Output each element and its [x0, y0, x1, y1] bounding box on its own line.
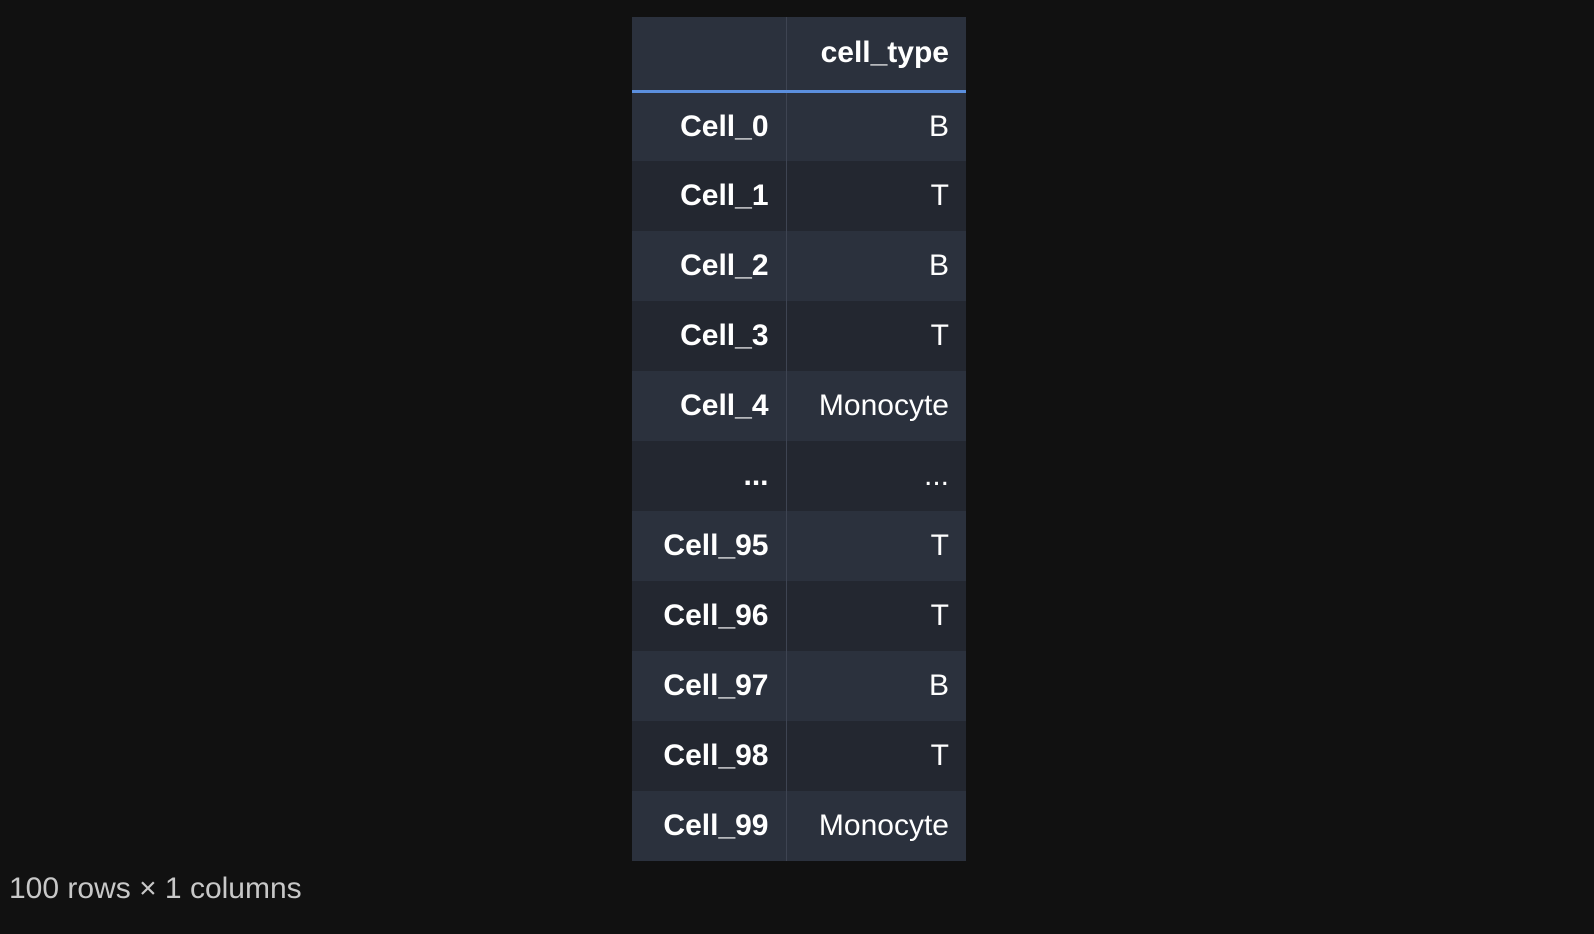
table-row: Cell_0 B — [632, 91, 966, 161]
table-row: Cell_3 T — [632, 301, 966, 371]
index-header — [632, 17, 787, 93]
cell-type-value: T — [786, 581, 966, 651]
table-row: Cell_2 B — [632, 231, 966, 301]
output-frame: cell_type Cell_0 B Cell_1 T Cell_2 B Cel… — [0, 0, 1594, 934]
cell-type-value: T — [786, 721, 966, 791]
row-index: Cell_0 — [632, 91, 787, 161]
row-index: Cell_4 — [632, 371, 787, 441]
row-index: Cell_95 — [632, 511, 787, 581]
cell-type-value: B — [786, 231, 966, 301]
dataframe-shape-text: 100 rows × 1 columns — [9, 872, 302, 905]
cell-type-value: T — [786, 301, 966, 371]
row-index: Cell_2 — [632, 231, 787, 301]
column-header-cell-type: cell_type — [786, 17, 966, 93]
cell-type-value: B — [786, 651, 966, 721]
row-index: Cell_96 — [632, 581, 787, 651]
table-row: Cell_4 Monocyte — [632, 371, 966, 441]
row-index: Cell_1 — [632, 161, 787, 231]
cell-type-ellipsis: ... — [786, 441, 966, 511]
row-index: Cell_98 — [632, 721, 787, 791]
dataframe-table: cell_type Cell_0 B Cell_1 T Cell_2 B Cel… — [632, 17, 966, 861]
table-row: Cell_99 Monocyte — [632, 791, 966, 861]
header-row: cell_type — [632, 17, 966, 93]
table-row-ellipsis: ... ... — [632, 441, 966, 511]
table-row: Cell_96 T — [632, 581, 966, 651]
cell-type-value: B — [786, 91, 966, 161]
row-index: Cell_97 — [632, 651, 787, 721]
cell-type-value: Monocyte — [786, 371, 966, 441]
table-row: Cell_95 T — [632, 511, 966, 581]
table-row: Cell_97 B — [632, 651, 966, 721]
row-index: Cell_99 — [632, 791, 787, 861]
row-index-ellipsis: ... — [632, 441, 787, 511]
cell-type-value: Monocyte — [786, 791, 966, 861]
table-row: Cell_98 T — [632, 721, 966, 791]
cell-type-value: T — [786, 161, 966, 231]
row-index: Cell_3 — [632, 301, 787, 371]
table-row: Cell_1 T — [632, 161, 966, 231]
cell-type-value: T — [786, 511, 966, 581]
